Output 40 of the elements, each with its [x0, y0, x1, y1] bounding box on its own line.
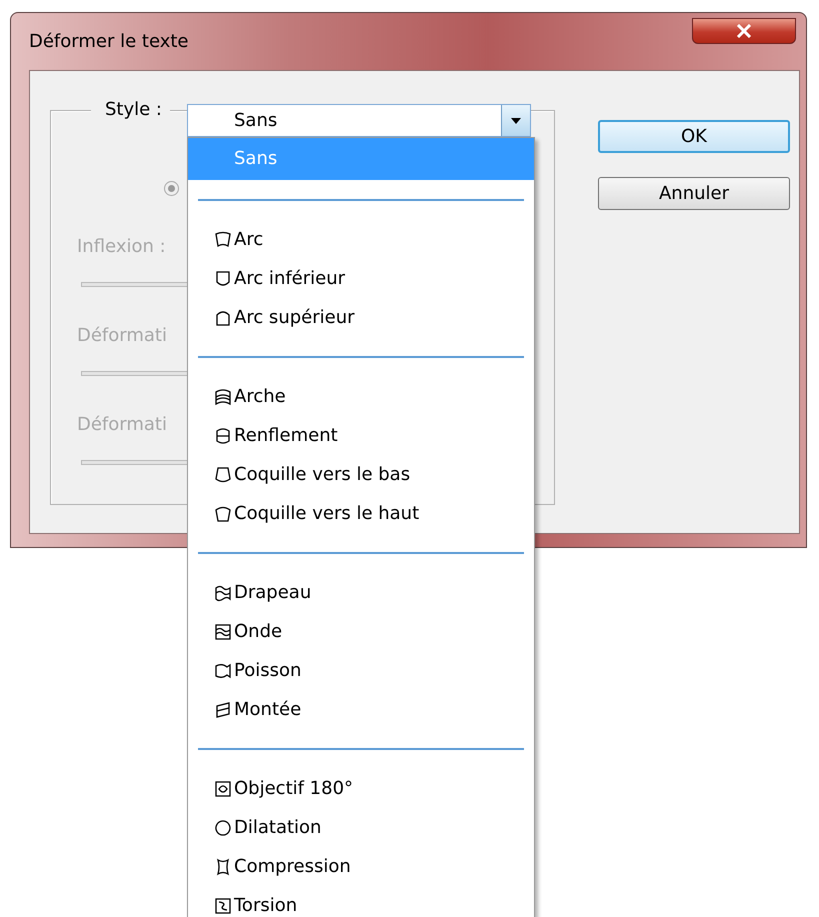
warp-shape-icon — [214, 700, 232, 718]
dropdown-item[interactable]: Drapeau — [188, 573, 534, 612]
dropdown-item[interactable]: Objectif 180° — [188, 769, 534, 808]
warp-shape-icon — [214, 230, 232, 248]
dropdown-item[interactable]: Torsion — [188, 886, 534, 917]
dropdown-item[interactable]: Montée — [188, 690, 534, 729]
warp-shape-icon — [214, 818, 232, 836]
close-icon — [736, 24, 752, 38]
warp-shape-icon — [214, 388, 232, 406]
dropdown-item[interactable]: Onde — [188, 612, 534, 651]
warp-shape-icon — [214, 466, 232, 484]
dropdown-item[interactable]: Dilatation — [188, 808, 534, 847]
slider-label: Déformati — [77, 414, 167, 435]
warp-shape-icon — [214, 270, 232, 288]
warp-shape-icon — [214, 584, 232, 602]
style-label: Style : — [105, 99, 162, 120]
dropdown-item[interactable]: Coquille vers le haut — [188, 494, 534, 533]
warp-shape-icon — [214, 780, 232, 798]
warp-shape-icon — [214, 858, 232, 876]
style-dropdown[interactable]: Sans — [187, 104, 531, 137]
dropdown-item[interactable]: Coquille vers le bas — [188, 455, 534, 494]
dropdown-item[interactable]: Poisson — [188, 651, 534, 690]
warp-shape-icon — [214, 622, 232, 640]
dropdown-item[interactable]: Arc inférieur — [188, 259, 534, 298]
warp-shape-icon — [214, 662, 232, 680]
close-button[interactable] — [692, 18, 796, 44]
slider-label: Déformati — [77, 325, 167, 346]
warp-shape-icon — [214, 426, 232, 444]
dropdown-item[interactable]: Renflement — [188, 416, 534, 455]
warp-shape-icon — [214, 504, 232, 522]
dropdown-item[interactable]: Arche — [188, 377, 534, 416]
ok-button[interactable]: OK — [598, 120, 790, 153]
window-title: Déformer le texte — [29, 31, 188, 52]
dropdown-item[interactable]: Arc — [188, 220, 534, 259]
warp-shape-icon — [214, 308, 232, 326]
warp-shape-icon — [214, 896, 232, 914]
dropdown-item[interactable]: Compression — [188, 847, 534, 886]
dropdown-item[interactable]: Arc supérieur — [188, 298, 534, 337]
slider-label: Inflexion : — [77, 236, 166, 257]
cancel-button[interactable]: Annuler — [598, 177, 790, 210]
